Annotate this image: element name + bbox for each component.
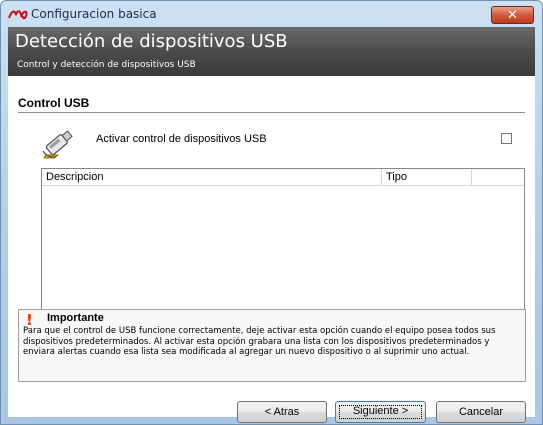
list-header: Descripcion Tipo [42,169,524,186]
notice-title: Importante [47,312,104,324]
close-icon: ✕ [507,8,518,23]
notice-text: Para que el control de USB funcione corr… [23,326,496,357]
usb-drive-icon [42,130,73,159]
next-button[interactable]: Siguiente > [335,401,426,423]
column-header-extra[interactable] [472,169,524,185]
dialog-client-area: Detección de dispositivos USB Control y … [8,27,535,423]
next-button-label: Siguiente > [352,405,409,417]
title-bar[interactable]: Configuracion basica ✕ [1,1,542,27]
back-button[interactable]: < Atras [237,401,327,423]
close-button[interactable]: ✕ [491,6,534,24]
usb-control-checkbox[interactable] [501,133,512,144]
column-header-tipo[interactable]: Tipo [382,169,472,185]
app-logo-icon [8,10,28,20]
section-divider [18,112,525,113]
usb-control-label: Activar control de dispositivos USB [96,133,267,145]
section-title: Control USB [18,96,90,110]
column-header-descripcion[interactable]: Descripcion [42,169,382,185]
device-list[interactable]: Descripcion Tipo [41,168,525,316]
window-title: Configuracion basica [31,7,157,21]
cancel-button[interactable]: Cancelar [436,401,526,423]
page-title: Detección de dispositivos USB [15,31,288,52]
important-notice: ! Importante Para que el control de USB … [18,309,526,382]
page-subtitle: Control y detección de dispositivos USB [17,60,196,70]
dialog-window: Configuracion basica ✕ Detección de disp… [0,0,543,425]
wizard-header: Detección de dispositivos USB Control y … [8,27,535,76]
